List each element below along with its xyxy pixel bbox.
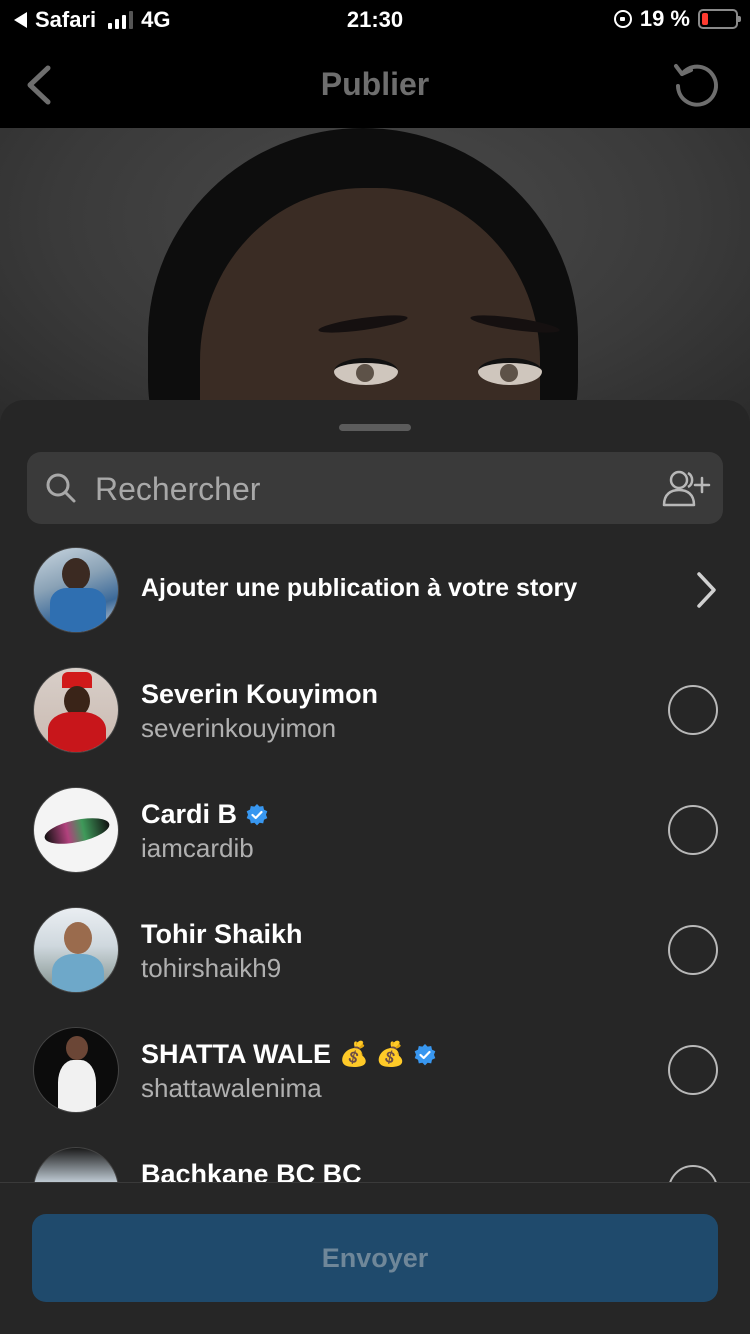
verified-badge-icon bbox=[246, 803, 268, 825]
list-item[interactable]: Severin Kouyimon severinkouyimon bbox=[0, 666, 750, 786]
share-screen: Safari 4G 21:30 19 % Publier Rechercher … bbox=[0, 0, 750, 1334]
list-item[interactable]: Cardi B iamcardib bbox=[0, 786, 750, 906]
money-bag-emoji: 💰 💰 bbox=[338, 1040, 406, 1068]
avatar bbox=[33, 667, 119, 753]
rotation-lock-icon bbox=[613, 10, 632, 28]
drag-handle[interactable] bbox=[339, 424, 411, 431]
battery-icon bbox=[698, 9, 741, 29]
contact-name: Severin Kouyimon bbox=[141, 679, 378, 710]
contact-name-text: Severin Kouyimon bbox=[141, 679, 379, 709]
select-radio[interactable] bbox=[668, 685, 718, 735]
avatar bbox=[33, 1027, 119, 1113]
select-radio[interactable] bbox=[668, 1165, 718, 1182]
contact-name: SHATTA WALE 💰 💰 bbox=[141, 1039, 437, 1070]
network-label: 4G bbox=[141, 7, 171, 32]
refresh-icon[interactable] bbox=[672, 60, 720, 108]
select-radio[interactable] bbox=[668, 1045, 718, 1095]
avatar bbox=[33, 1147, 119, 1182]
recipient-list[interactable]: Ajouter une publication à votre story Se… bbox=[0, 546, 750, 1182]
list-item[interactable]: Tohir Shaikh tohirshaikh9 bbox=[0, 906, 750, 1026]
chevron-left-icon[interactable] bbox=[22, 65, 58, 105]
battery-percent: 19 % bbox=[639, 6, 690, 31]
contact-name-text: SHATTA WALE bbox=[141, 1039, 331, 1069]
status-left: Safari 4G bbox=[14, 7, 171, 33]
status-bar: Safari 4G 21:30 19 % bbox=[0, 0, 750, 40]
page-title: Publier bbox=[320, 66, 430, 102]
contact-name: Cardi B bbox=[141, 799, 269, 830]
add-to-story-label: Ajouter une publication à votre story bbox=[141, 574, 578, 602]
contact-username: iamcardib bbox=[141, 833, 254, 863]
add-people-icon[interactable] bbox=[661, 468, 711, 508]
contact-name-text: Cardi B bbox=[141, 799, 238, 829]
share-sheet: Ajouter une publication à votre story Se… bbox=[0, 400, 750, 1334]
verified-badge-icon bbox=[415, 1043, 436, 1065]
contact-username: shattawalenima bbox=[141, 1073, 322, 1103]
battery-fill bbox=[702, 13, 708, 25]
back-app-label[interactable]: Safari bbox=[35, 7, 96, 33]
list-item[interactable]: SHATTA WALE 💰 💰 shattawalenima bbox=[0, 1026, 750, 1146]
chevron-right-icon[interactable] bbox=[692, 570, 720, 610]
post-preview-image bbox=[0, 128, 750, 428]
avatar bbox=[33, 787, 119, 873]
search-icon bbox=[46, 473, 76, 503]
contact-name-text: Tohir Shaikh bbox=[141, 919, 303, 949]
avatar bbox=[33, 547, 119, 633]
select-radio[interactable] bbox=[668, 925, 718, 975]
contact-name-text: Bachkane BC BC bbox=[141, 1159, 362, 1182]
search-bar[interactable] bbox=[27, 452, 723, 526]
divider bbox=[0, 1182, 750, 1183]
search-input[interactable] bbox=[93, 452, 637, 526]
back-to-app-icon[interactable] bbox=[14, 12, 27, 28]
add-to-story-row[interactable]: Ajouter une publication à votre story bbox=[0, 546, 750, 666]
signal-icon bbox=[108, 11, 134, 29]
contact-name: Bachkane BC BC bbox=[141, 1159, 362, 1182]
list-item[interactable]: Bachkane BC BC bbox=[0, 1146, 750, 1182]
avatar bbox=[33, 907, 119, 993]
send-button[interactable]: Envoyer bbox=[32, 1214, 718, 1302]
contact-username: severinkouyimon bbox=[141, 713, 337, 743]
status-right: 19 % bbox=[613, 6, 741, 32]
contact-username: tohirshaikh9 bbox=[141, 953, 282, 983]
nav-bar: Publier bbox=[0, 40, 750, 128]
contact-name: Tohir Shaikh bbox=[141, 919, 303, 950]
select-radio[interactable] bbox=[668, 805, 718, 855]
